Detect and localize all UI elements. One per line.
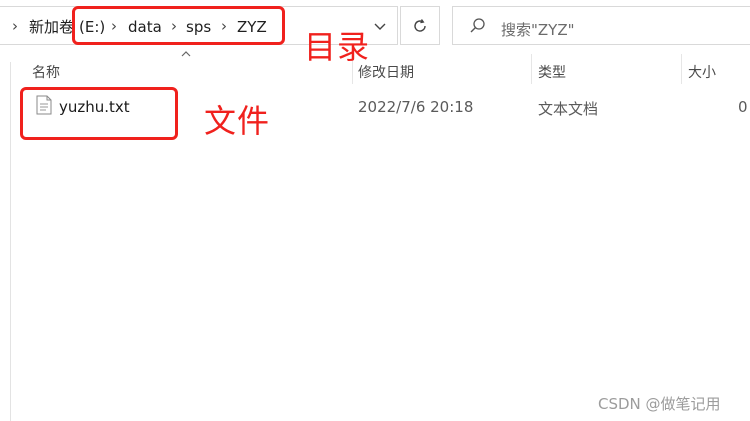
refresh-button[interactable] — [400, 6, 440, 45]
watermark: CSDN @做笔记用 — [598, 395, 721, 413]
column-divider[interactable] — [531, 54, 532, 84]
search-icon — [470, 18, 485, 33]
file-explorer-window: i › 新加卷 (E:) › data › sps › ZYZ 搜索"ZYZ" — [0, 0, 750, 421]
column-header-type[interactable]: 类型 — [538, 62, 566, 82]
column-divider[interactable] — [681, 54, 682, 84]
file-size: 0 — [738, 98, 748, 116]
file-highlight-box — [20, 87, 178, 140]
directory-annotation: 目录 — [304, 28, 371, 66]
breadcrumb-volume[interactable]: 新加卷 — [29, 19, 74, 35]
search-input[interactable]: 搜索"ZYZ" — [501, 19, 575, 40]
file-modified: 2022/7/6 20:18 — [358, 98, 474, 116]
file-type: 文本文档 — [538, 100, 599, 118]
file-annotation: 文件 — [204, 102, 271, 140]
directory-highlight-box — [72, 6, 285, 45]
breadcrumb-fragment: i — [0, 19, 1, 35]
column-header-name[interactable]: 名称 — [32, 62, 60, 82]
column-header-size[interactable]: 大小 — [688, 62, 716, 82]
search-box[interactable]: 搜索"ZYZ" — [452, 6, 750, 45]
chevron-down-icon — [374, 23, 386, 30]
navigation-pane-border — [10, 62, 11, 421]
breadcrumb-separator-icon: › — [12, 17, 18, 35]
sort-ascending-icon — [181, 51, 191, 57]
refresh-icon — [414, 18, 426, 32]
